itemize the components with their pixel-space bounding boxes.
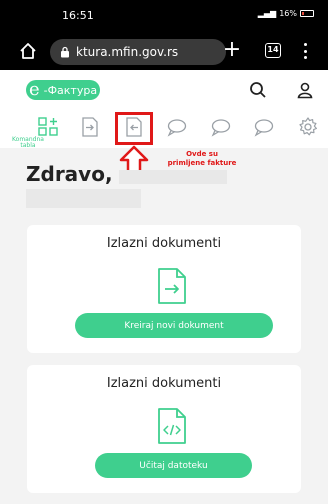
company-name-redacted bbox=[26, 189, 141, 208]
home-icon[interactable] bbox=[18, 41, 38, 61]
outgoing-documents-card: Izlazni dokumenti Kreiraj novi dokument bbox=[27, 225, 301, 353]
logo-letter: e bbox=[28, 79, 40, 100]
grid-plus-icon bbox=[38, 117, 58, 136]
search-icon[interactable] bbox=[249, 81, 267, 99]
annotation-line-2: primljene fakture bbox=[167, 159, 237, 167]
highlight-box bbox=[115, 112, 153, 145]
user-name-redacted bbox=[119, 170, 227, 184]
app-header: e -Фактура bbox=[0, 70, 328, 110]
outgoing-invoices-button[interactable] bbox=[77, 114, 103, 140]
icon-toolbar: Komandna tabla bbox=[0, 110, 328, 149]
settings-button[interactable] bbox=[295, 114, 321, 140]
user-icon[interactable] bbox=[296, 81, 314, 99]
battery-level: 16% bbox=[279, 9, 297, 18]
page-title: Zdravo, bbox=[26, 162, 113, 186]
signal-icon: ▂▄▆ bbox=[257, 9, 277, 18]
battery-icon bbox=[300, 10, 314, 17]
document-code-icon bbox=[158, 408, 186, 444]
document-out-icon bbox=[82, 117, 98, 137]
logo[interactable]: e -Фактура bbox=[26, 80, 100, 100]
chat-icon bbox=[167, 119, 187, 137]
url-text: ktura.mfin.gov.rs bbox=[76, 45, 179, 59]
annotation-text: Ovde su primljene fakture bbox=[154, 150, 250, 168]
status-time: 16:51 bbox=[62, 9, 94, 22]
status-bar: 16:51 ▂▄▆ 16% bbox=[0, 0, 328, 32]
logo-text: -Фактура bbox=[43, 83, 98, 97]
browser-toolbar: ktura.mfin.gov.rs + 14 bbox=[0, 32, 328, 70]
card-title: Izlazni dokumenti bbox=[106, 376, 222, 391]
document-arrow-icon bbox=[158, 268, 186, 304]
card-title: Izlazni dokumenti bbox=[106, 236, 222, 251]
annotation-line-1: Ovde su bbox=[186, 150, 218, 158]
menu-icon[interactable] bbox=[300, 43, 310, 59]
messages-button-1[interactable] bbox=[165, 114, 191, 140]
status-indicators: ▂▄▆ 16% bbox=[258, 9, 314, 18]
url-field[interactable]: ktura.mfin.gov.rs bbox=[50, 39, 226, 65]
messages-button-2[interactable] bbox=[209, 114, 235, 140]
upload-file-button[interactable]: Učitaj datoteku bbox=[95, 453, 252, 478]
upload-documents-card: Izlazni dokumenti Učitaj datoteku bbox=[27, 365, 301, 493]
create-document-button[interactable]: Kreiraj novi dokument bbox=[75, 313, 273, 338]
chat-icon bbox=[211, 119, 231, 137]
dashboard-label: Komandna tabla bbox=[12, 136, 44, 149]
messages-button-3[interactable] bbox=[252, 114, 278, 140]
new-tab-button[interactable]: + bbox=[222, 37, 242, 63]
lock-icon bbox=[61, 46, 69, 58]
gear-icon bbox=[299, 117, 317, 136]
chat-icon bbox=[254, 119, 274, 137]
tab-switcher-button[interactable]: 14 bbox=[265, 43, 281, 58]
